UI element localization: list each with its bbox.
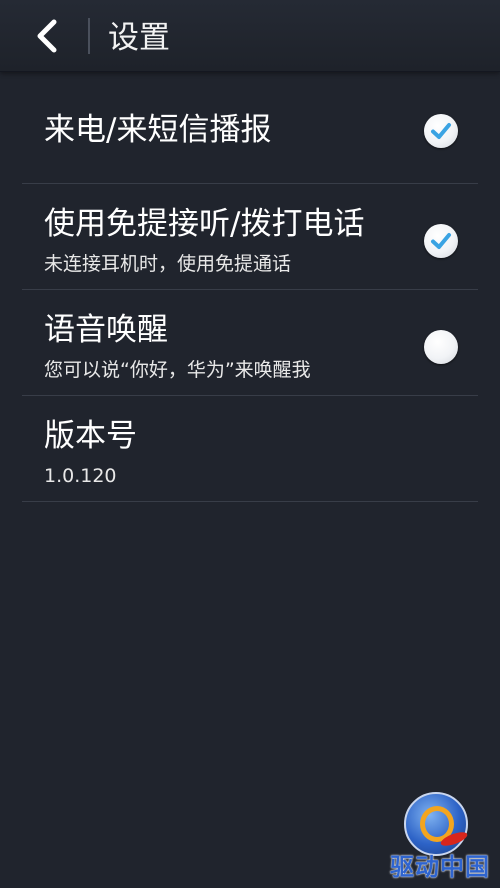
speakerphone-checkbox[interactable] — [424, 224, 458, 258]
back-button[interactable] — [28, 16, 68, 56]
watermark-text: 驱动中国 — [390, 853, 490, 881]
watermark: 驱动中国 — [382, 792, 498, 884]
checkmark-icon — [431, 123, 451, 139]
setting-title: 语音唤醒 — [44, 312, 168, 348]
watermark-logo-icon — [404, 792, 469, 856]
setting-title: 使用免提接听/拨打电话 — [44, 206, 365, 242]
version-number: 1.0.120 — [44, 465, 117, 487]
header-divider — [88, 18, 90, 54]
voice-wakeup-checkbox[interactable] — [424, 330, 458, 364]
call-sms-broadcast-checkbox[interactable] — [424, 114, 458, 148]
setting-call-sms-broadcast[interactable]: 来电/来短信播报 — [22, 78, 478, 184]
settings-list: 来电/来短信播报 使用免提接听/拨打电话 未连接耳机时，使用免提通话 语音唤醒 … — [22, 78, 478, 502]
header-bar: 设置 — [0, 0, 500, 72]
setting-voice-wakeup[interactable]: 语音唤醒 您可以说“你好，华为”来唤醒我 — [22, 290, 478, 396]
setting-speakerphone[interactable]: 使用免提接听/拨打电话 未连接耳机时，使用免提通话 — [22, 184, 478, 290]
setting-subtitle: 您可以说“你好，华为”来唤醒我 — [44, 359, 311, 381]
chevron-left-icon — [37, 19, 57, 53]
setting-version: 版本号 1.0.120 — [22, 396, 478, 502]
page-title: 设置 — [108, 20, 170, 56]
setting-subtitle: 未连接耳机时，使用免提通话 — [44, 253, 292, 275]
checkmark-icon — [431, 233, 451, 249]
setting-title: 来电/来短信播报 — [44, 112, 272, 148]
setting-title: 版本号 — [44, 418, 137, 454]
